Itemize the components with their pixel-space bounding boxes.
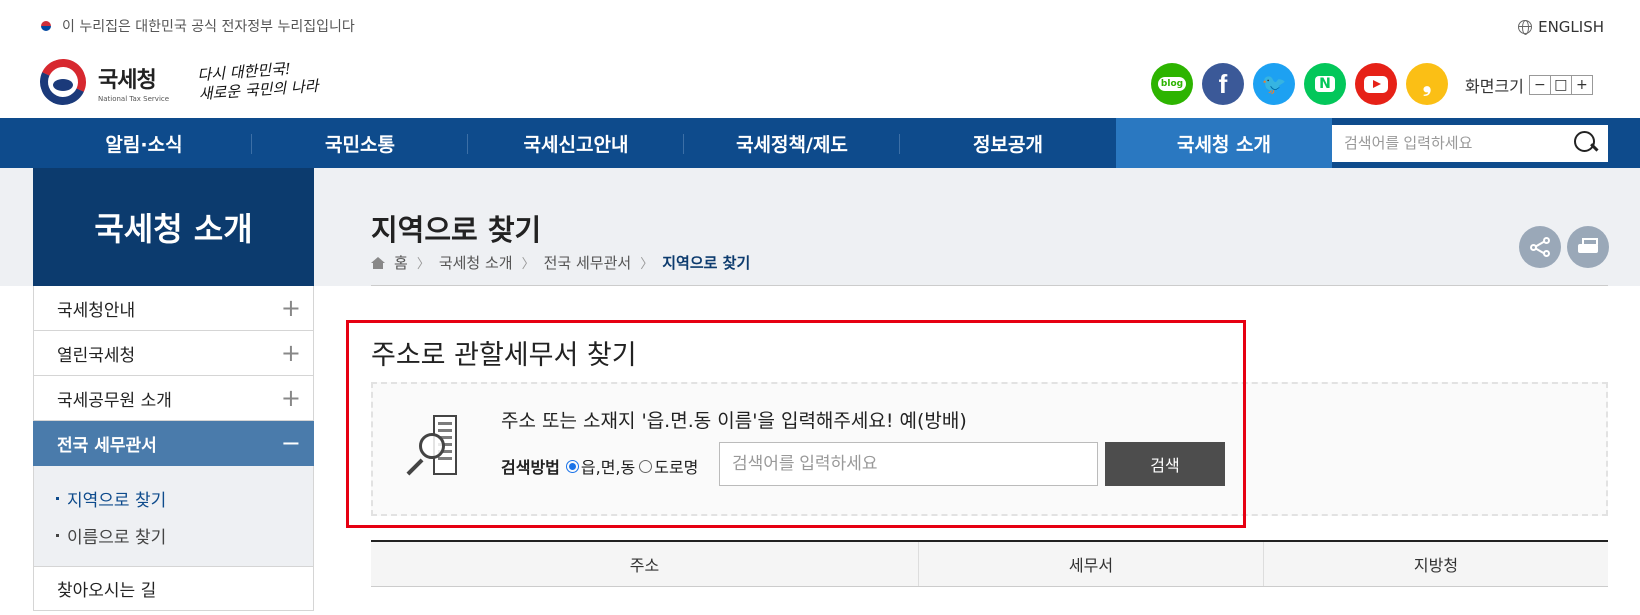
nav-search-input[interactable] xyxy=(1344,135,1564,152)
slogan: 다시 대한민국! 새로운 국민의 나라 xyxy=(197,58,319,104)
logo-subtitle: National Tax Service xyxy=(98,94,170,103)
sidebar: 국세청안내 + 열린국세청 + 국세공무원 소개 + 전국 세무관서 − 지역으… xyxy=(33,286,314,611)
sidebar-item-nts-guide[interactable]: 국세청안내 + xyxy=(33,286,314,331)
divider xyxy=(371,285,1608,286)
gov-banner: 이 누리집은 대한민국 공식 전자정부 누리집입니다 xyxy=(36,16,355,36)
naver-post-icon[interactable]: N xyxy=(1304,63,1346,105)
nav-item-disclosure[interactable]: 정보공개 xyxy=(900,118,1116,168)
home-icon[interactable] xyxy=(371,256,385,269)
nav-item-policy[interactable]: 국세정책/제도 xyxy=(684,118,900,168)
sidebar-item-tax-offices[interactable]: 전국 세무관서 − xyxy=(33,421,314,466)
zoom-control: 화면크기 − □ + xyxy=(1465,73,1593,97)
sidebar-subitem-by-region[interactable]: 지역으로 찾기 xyxy=(56,480,313,517)
column-header-tax-office: 세무서 xyxy=(919,542,1264,586)
nts-emblem-icon xyxy=(36,55,90,109)
globe-icon xyxy=(1518,20,1533,35)
zoom-label: 화면크기 xyxy=(1465,77,1524,96)
english-link[interactable]: ENGLISH xyxy=(1518,18,1604,36)
facebook-icon[interactable]: f xyxy=(1202,63,1244,105)
blog-icon[interactable]: blog xyxy=(1151,63,1193,105)
minus-icon: − xyxy=(280,429,301,457)
nav-item-about[interactable]: 국세청 소개 xyxy=(1116,118,1332,168)
zoom-out-button[interactable]: − xyxy=(1528,75,1551,95)
main-nav: 알림·소식 국민소통 국세신고안내 국세정책/제도 정보공개 국세청 소개 xyxy=(0,118,1640,168)
english-link-label: ENGLISH xyxy=(1538,18,1604,36)
breadcrumb: 홈 〉 국세청 소개 〉 전국 세무관서 〉 지역으로 찾기 xyxy=(371,252,750,273)
share-button[interactable] xyxy=(1519,226,1561,268)
plus-icon: + xyxy=(280,339,301,367)
column-header-address: 주소 xyxy=(371,542,919,586)
sidebar-submenu: 지역으로 찾기 이름으로 찾기 xyxy=(33,466,314,566)
search-icon[interactable] xyxy=(1574,131,1598,155)
chevron-right-icon: 〉 xyxy=(521,257,535,272)
kakao-story-icon[interactable]: ❟ xyxy=(1406,63,1448,105)
sidebar-item-directions[interactable]: 찾아오시는 길 xyxy=(33,566,314,611)
result-table-header: 주소 세무서 지방청 xyxy=(371,540,1608,587)
logo-title: 국세청 xyxy=(98,67,157,93)
youtube-icon[interactable] xyxy=(1355,63,1397,105)
nav-item-tax-filing[interactable]: 국세신고안내 xyxy=(468,118,684,168)
print-button[interactable] xyxy=(1567,226,1609,268)
nav-item-communication[interactable]: 국민소통 xyxy=(252,118,468,168)
zoom-in-button[interactable]: + xyxy=(1570,75,1593,95)
chevron-right-icon: 〉 xyxy=(640,257,654,272)
print-icon xyxy=(1578,238,1598,256)
plus-icon: + xyxy=(280,384,301,412)
site-logo[interactable]: 국세청 National Tax Service xyxy=(36,55,169,109)
plus-icon: + xyxy=(280,294,301,322)
sidebar-item-open-nts[interactable]: 열린국세청 + xyxy=(33,331,314,376)
korea-flag-icon xyxy=(36,19,56,33)
zoom-reset-button[interactable]: □ xyxy=(1549,75,1572,95)
sns-links: blog f 🐦 N ❟ xyxy=(1151,63,1448,105)
highlight-border xyxy=(346,320,1246,528)
breadcrumb-about[interactable]: 국세청 소개 xyxy=(439,252,513,273)
nav-item-news[interactable]: 알림·소식 xyxy=(36,118,252,168)
twitter-icon[interactable]: 🐦 xyxy=(1253,63,1295,105)
breadcrumb-home[interactable]: 홈 xyxy=(394,252,408,273)
sidebar-title: 국세청 소개 xyxy=(33,168,314,286)
breadcrumb-current: 지역으로 찾기 xyxy=(662,254,751,272)
page-title: 지역으로 찾기 xyxy=(371,213,542,247)
breadcrumb-tax-offices[interactable]: 전국 세무관서 xyxy=(544,252,632,273)
gov-banner-text: 이 누리집은 대한민국 공식 전자정부 누리집입니다 xyxy=(62,19,355,35)
chevron-right-icon: 〉 xyxy=(416,257,430,272)
sidebar-subitem-by-name[interactable]: 이름으로 찾기 xyxy=(56,517,313,554)
share-icon xyxy=(1530,237,1550,257)
sidebar-item-officials[interactable]: 국세공무원 소개 + xyxy=(33,376,314,421)
nav-search xyxy=(1332,125,1608,162)
column-header-regional-office: 지방청 xyxy=(1413,556,1459,575)
